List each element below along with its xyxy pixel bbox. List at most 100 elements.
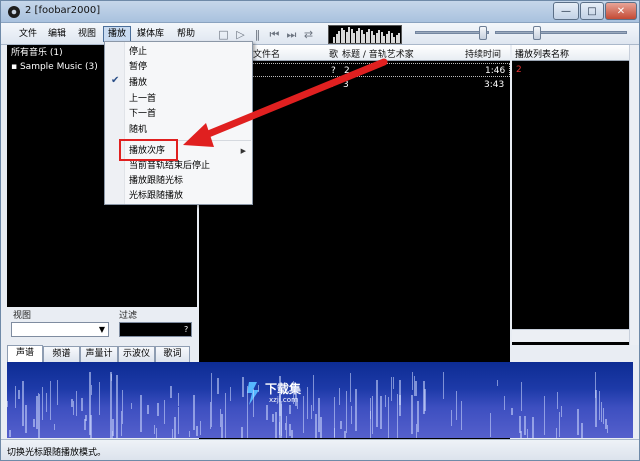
minimize-button[interactable]: — <box>553 2 579 20</box>
menu-item-previous[interactable]: 上一首 <box>129 92 156 107</box>
menu-view[interactable]: 视图 <box>74 27 100 42</box>
highlight-box <box>119 139 178 161</box>
spectrogram-streak <box>415 381 417 396</box>
spectrogram-streak <box>340 421 342 429</box>
row-track: 2 <box>344 66 350 76</box>
stop-icon[interactable]: □ <box>217 28 230 41</box>
pause-icon[interactable]: ‖ <box>251 28 264 41</box>
spectrogram-streak <box>497 380 498 386</box>
spectrogram-streak <box>603 408 604 424</box>
spectrogram-streak <box>76 391 77 416</box>
spectrogram-streak <box>315 414 317 438</box>
random-icon[interactable]: ⇄ <box>302 28 315 41</box>
menu-help[interactable]: 帮助 <box>173 27 199 42</box>
spectrogram-streak <box>370 411 371 419</box>
spectrogram-streak <box>156 428 157 438</box>
spectrogram-streak <box>307 387 308 419</box>
volume-thumb[interactable] <box>479 26 487 40</box>
spectrogram-streak <box>372 396 373 434</box>
spectrogram-streak <box>524 416 526 435</box>
tree-item-sample-music[interactable]: ▪ Sample Music (3) <box>11 61 98 74</box>
spectrogram-streak <box>57 380 58 405</box>
spectrogram-streak <box>81 398 83 411</box>
list-item[interactable]: 2 <box>516 63 626 77</box>
menu-playback[interactable]: 播放 <box>103 26 132 42</box>
spectrogram-streak <box>241 427 243 438</box>
tab-spectrogram[interactable]: 声谱 <box>7 345 43 362</box>
menu-item-next[interactable]: 下一首 <box>129 107 156 122</box>
spectrogram-streak <box>7 401 8 407</box>
spectrogram-streak <box>38 393 39 438</box>
tree-item-all-music[interactable]: 所有音乐 (1) <box>11 47 63 60</box>
spectrogram-streak <box>170 386 172 398</box>
spectrogram-streak <box>9 430 11 437</box>
vertical-scrollbar[interactable] <box>629 45 639 345</box>
column-title-artist[interactable]: 标题 / 音轨艺术家 <box>342 47 414 60</box>
spectrogram-streak <box>601 402 602 422</box>
previous-icon[interactable]: ⏮ <box>268 28 281 41</box>
menu-item-random[interactable]: 随机 <box>129 123 147 138</box>
spectrogram-streak <box>339 388 340 405</box>
row-mark: ? <box>331 66 336 76</box>
tab-oscilloscope[interactable]: 示波仪 <box>118 346 155 362</box>
spectrogram-streak <box>174 417 176 438</box>
menu-item-pause[interactable]: 暂停 <box>129 60 147 75</box>
playlist-manager: 播放列表名称 2 <box>512 45 629 345</box>
spectrogram-streak <box>91 385 92 395</box>
menu-item-play[interactable]: 播放 <box>129 76 147 91</box>
spectrogram-streak <box>417 401 419 432</box>
view-select[interactable]: ▼ <box>11 322 109 337</box>
spectrogram-streak <box>556 428 557 438</box>
menu-library[interactable]: 媒体库 <box>133 27 168 42</box>
spectrogram-streak <box>504 396 505 410</box>
next-icon[interactable]: ⏭ <box>285 28 298 41</box>
spectrogram-streak <box>281 404 282 436</box>
menu-file[interactable]: 文件 <box>15 27 41 42</box>
horizontal-scrollbar[interactable] <box>512 329 629 342</box>
spectrogram-streak <box>346 391 347 433</box>
volume-slider[interactable] <box>415 31 489 34</box>
spectrogram-streak <box>193 395 195 430</box>
spectrogram-streak <box>461 401 462 430</box>
spectrogram-streak <box>581 423 583 438</box>
menu-edit[interactable]: 编辑 <box>44 27 70 42</box>
column-filename[interactable]: 文件名 <box>253 47 280 60</box>
spectrogram-streak <box>285 423 286 430</box>
spectrogram-streak <box>71 399 73 407</box>
spectrogram-streak <box>388 397 389 438</box>
maximize-button[interactable]: □ <box>580 2 604 20</box>
row-duration: 3:43 <box>484 80 505 90</box>
spectrogram-streak <box>242 377 244 397</box>
spectrogram-streak <box>140 395 142 432</box>
menu-item-stop-after-current[interactable]: 当前音轨结束后停止 <box>129 159 210 174</box>
spectrogram-streak <box>490 413 491 437</box>
spectrogram-streak <box>266 405 268 420</box>
spectrogram-streak <box>607 425 608 433</box>
spectrogram-streak <box>211 373 212 427</box>
filter-input[interactable]: ? <box>119 322 192 337</box>
spectrogram-streak <box>272 414 274 422</box>
spectrogram-streak <box>18 390 20 399</box>
menu-item-playback-follows-cursor[interactable]: 播放跟随光标 <box>129 174 183 189</box>
play-icon[interactable]: ▷ <box>234 28 247 41</box>
close-button[interactable]: ✕ <box>605 2 637 20</box>
column-track-no[interactable]: 歌 <box>329 47 338 60</box>
spectrogram-streak <box>297 398 298 409</box>
menu-toolbar: 文件 编辑 视图 播放 媒体库 帮助 □ ▷ ‖ ⏮ ⏭ ⇄ <box>1 23 639 45</box>
spectrogram-streak <box>147 405 149 414</box>
column-duration[interactable]: 持续时间 <box>465 47 501 60</box>
spectrogram-streak <box>217 378 219 394</box>
menu-item-stop[interactable]: 停止 <box>129 45 147 60</box>
menu-item-cursor-follows-playback[interactable]: 光标跟随播放 <box>129 189 183 204</box>
tab-spectrum[interactable]: 频谱 <box>43 346 80 362</box>
spectrogram-streak <box>451 410 452 426</box>
spectrogram-streak <box>178 407 179 434</box>
tab-vu-meter[interactable]: 声量计 <box>80 346 118 362</box>
spectrogram-streak <box>50 381 51 420</box>
seek-bar[interactable] <box>495 31 627 34</box>
seek-thumb[interactable] <box>533 26 541 40</box>
tab-lyrics[interactable]: 歌词 <box>155 346 190 362</box>
spectrogram-streak <box>289 405 291 414</box>
spectrogram-streak <box>258 385 259 392</box>
spectrogram-streak <box>112 419 114 436</box>
